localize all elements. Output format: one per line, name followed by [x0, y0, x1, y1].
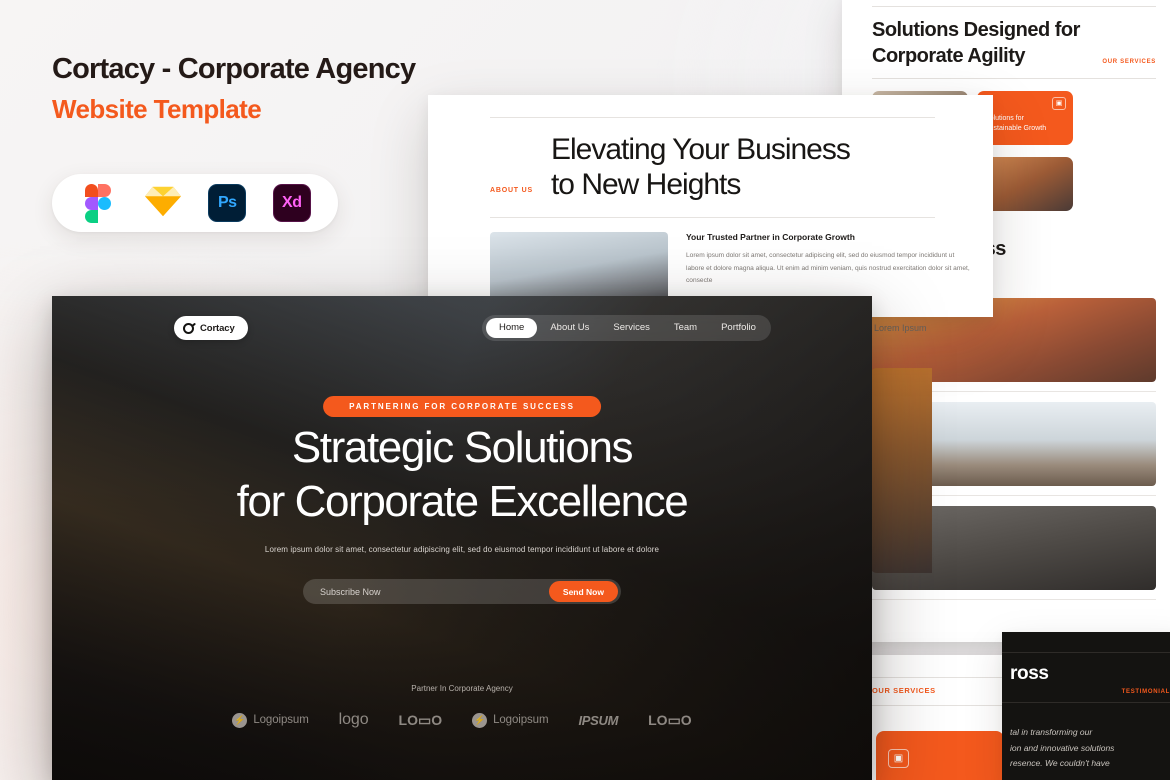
logo-ipsum: IPSUM: [578, 712, 619, 728]
logo-logoipsum-2: ⚡ Logoipsum: [472, 712, 549, 728]
person-photo-card: [870, 368, 932, 573]
service-card-growth[interactable]: ▣ rowth: [876, 731, 1004, 780]
logo-logo: logo: [338, 711, 369, 728]
about-subheading: Your Trusted Partner in Corporate Growth: [686, 231, 855, 242]
testimonial-title: ross: [1010, 663, 1049, 684]
hero-overlay: [52, 296, 872, 780]
subscribe-form: Send Now: [303, 579, 621, 604]
testimonial-quote: tal in transforming our ion and innovati…: [1010, 727, 1115, 769]
service-card-text: Solutions for Sustainable Growth: [985, 115, 1047, 133]
testimonial-eyebrow: TESTIMONIAL: [1121, 689, 1170, 695]
figma-icon: [79, 184, 117, 223]
briefcase-icon: ▣: [1052, 97, 1066, 111]
hero-navbar: Cortacy Home About Us Services Team Port…: [52, 314, 872, 342]
about-title: Elevating Your Business to New Heights: [550, 133, 851, 202]
services-title: Solutions Designed for Corporate Agility: [872, 19, 1080, 67]
bolt-icon: ⚡: [472, 712, 488, 728]
about-panel: ABOUT US Elevating Your Business to New …: [428, 95, 993, 317]
xd-icon: Xd: [272, 184, 311, 222]
photoshop-icon: Ps: [208, 184, 247, 222]
brand-name: Cortacy: [200, 322, 235, 334]
logo-looo-1: LO▭O: [398, 711, 443, 728]
bolt-icon: ⚡: [232, 712, 248, 728]
nav-item-team[interactable]: Team: [663, 318, 708, 338]
app-format-pill: Ps Xd: [52, 174, 338, 232]
briefcase-icon: ▣: [888, 749, 909, 768]
testimonial-panel: ross TESTIMONIAL tal in transforming our…: [1002, 632, 1170, 780]
services-eyebrow: OUR SERVICES: [1102, 59, 1156, 66]
page-title: Cortacy - Corporate Agency: [52, 53, 416, 85]
subscribe-input[interactable]: [303, 579, 549, 604]
services-heading-row: Solutions Designed for Corporate Agility…: [872, 7, 1156, 78]
logo-looo-2: LO▭O: [648, 711, 692, 728]
page-subtitle: Website Template: [52, 94, 262, 125]
nav-menu: Home About Us Services Team Portfolio: [482, 315, 771, 341]
hero-badge: PARTNERING FOR CORPORATE SUCCESS: [323, 396, 601, 417]
divider: [872, 599, 1156, 601]
nav-item-portfolio[interactable]: Portfolio: [710, 318, 767, 338]
about-paragraph: Lorem ipsum dolor sit amet, consectetur …: [686, 251, 970, 285]
logo-logoipsum-1: ⚡ Logoipsum: [232, 712, 309, 728]
nav-item-home[interactable]: Home: [486, 318, 538, 338]
partner-label: Partner In Corporate Agency: [411, 684, 513, 693]
brand-logo[interactable]: Cortacy: [174, 316, 248, 340]
nav-item-about-us[interactable]: About Us: [539, 318, 600, 338]
send-now-button[interactable]: Send Now: [548, 581, 618, 602]
hero-subtext: Lorem ipsum dolor sit amet, consectetur …: [264, 545, 660, 554]
about-heading-row: ABOUT US Elevating Your Business to New …: [428, 118, 993, 203]
xd-label: Xd: [272, 184, 311, 222]
photoshop-label: Ps: [208, 184, 247, 222]
page-title-block: Cortacy - Corporate Agency Website Templ…: [52, 52, 416, 125]
partner-logo-strip: ⚡ Logoipsum logo LO▭O ⚡ Logoipsum IPSUM …: [52, 711, 872, 729]
sketch-icon: [144, 184, 182, 222]
hero-headline: Strategic Solutions for Corporate Excell…: [236, 423, 689, 526]
divider: [872, 78, 1156, 80]
about-eyebrow: ABOUT US: [490, 186, 533, 194]
logo-mark-icon: [183, 322, 194, 334]
showcase-stage: Cortacy - Corporate Agency Website Templ…: [0, 0, 1170, 780]
nav-item-services[interactable]: Services: [602, 318, 660, 338]
hero-panel: Cortacy Home About Us Services Team Port…: [52, 296, 872, 780]
stat-label: Lorem Ipsum: [874, 323, 927, 333]
